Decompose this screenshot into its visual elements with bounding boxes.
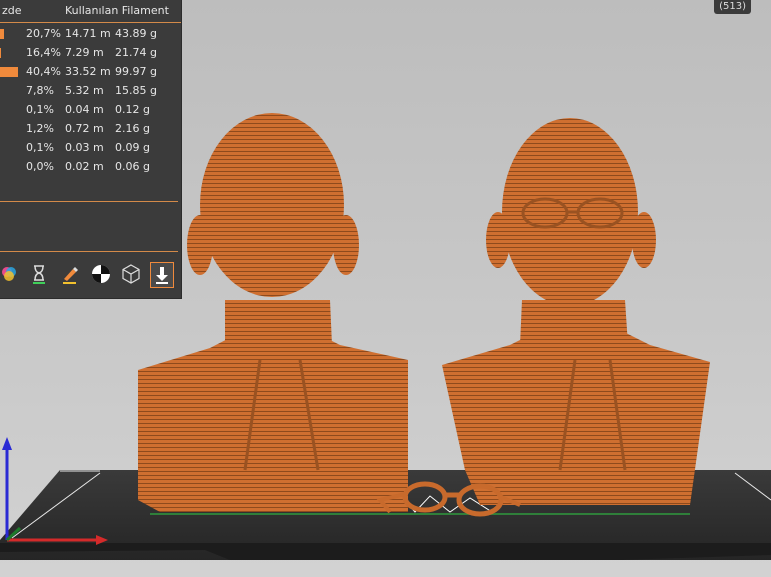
color-palette-icon[interactable]	[0, 262, 20, 286]
bust-model-right[interactable]	[442, 118, 710, 505]
row-length: 0.03 m	[65, 141, 104, 154]
row-percent: 16,4%	[26, 46, 61, 59]
row-percent: 0,0%	[26, 160, 54, 173]
stats-row: 7,8% 5.32 m 15.85 g	[0, 81, 181, 100]
stats-row: 20,7% 14.71 m 43.89 g	[0, 24, 181, 43]
stats-header: zde Kullanılan Filament	[0, 0, 181, 23]
row-weight: 2.16 g	[115, 122, 150, 135]
row-length: 14.71 m	[65, 27, 111, 40]
stats-row: 40,4% 33.52 m 99.97 g	[0, 62, 181, 81]
row-weight: 99.97 g	[115, 65, 157, 78]
brush-icon[interactable]	[59, 262, 81, 286]
stats-row: 16,4% 7.29 m 21.74 g	[0, 43, 181, 62]
row-length: 7.29 m	[65, 46, 104, 59]
used-filament-header: Kullanılan Filament	[65, 4, 169, 17]
row-length: 0.02 m	[65, 160, 104, 173]
usage-bar	[0, 67, 18, 77]
stats-row: 0,1% 0.03 m 0.09 g	[0, 138, 181, 157]
row-weight: 0.06 g	[115, 160, 150, 173]
hourglass-icon[interactable]	[28, 262, 50, 286]
percent-column-header: zde	[2, 4, 22, 17]
divider	[0, 201, 178, 202]
row-length: 0.04 m	[65, 103, 104, 116]
row-percent: 0,1%	[26, 141, 54, 154]
row-percent: 7,8%	[26, 84, 54, 97]
balance-icon[interactable]	[90, 262, 112, 286]
row-length: 0.72 m	[65, 122, 104, 135]
row-weight: 0.12 g	[115, 103, 150, 116]
filament-stats-panel: zde Kullanılan Filament 20,7% 14.71 m 43…	[0, 0, 182, 299]
row-weight: 15.85 g	[115, 84, 157, 97]
export-download-icon[interactable]	[150, 262, 174, 288]
usage-bar	[0, 29, 4, 39]
view-toolbar	[0, 262, 181, 288]
row-percent: 40,4%	[26, 65, 61, 78]
row-percent: 0,1%	[26, 103, 54, 116]
divider	[0, 251, 178, 252]
row-percent: 20,7%	[26, 27, 61, 40]
row-weight: 0.09 g	[115, 141, 150, 154]
row-weight: 21.74 g	[115, 46, 157, 59]
wireframe-cube-icon[interactable]	[120, 262, 142, 286]
row-percent: 1,2%	[26, 122, 54, 135]
row-length: 5.32 m	[65, 84, 104, 97]
stats-row: 0,0% 0.02 m 0.06 g	[0, 157, 181, 176]
usage-bar	[0, 48, 1, 58]
row-weight: 43.89 g	[115, 27, 157, 40]
row-length: 33.52 m	[65, 65, 111, 78]
stats-row: 0,1% 0.04 m 0.12 g	[0, 100, 181, 119]
layer-count-badge: (513)	[714, 0, 751, 14]
stats-row: 1,2% 0.72 m 2.16 g	[0, 119, 181, 138]
